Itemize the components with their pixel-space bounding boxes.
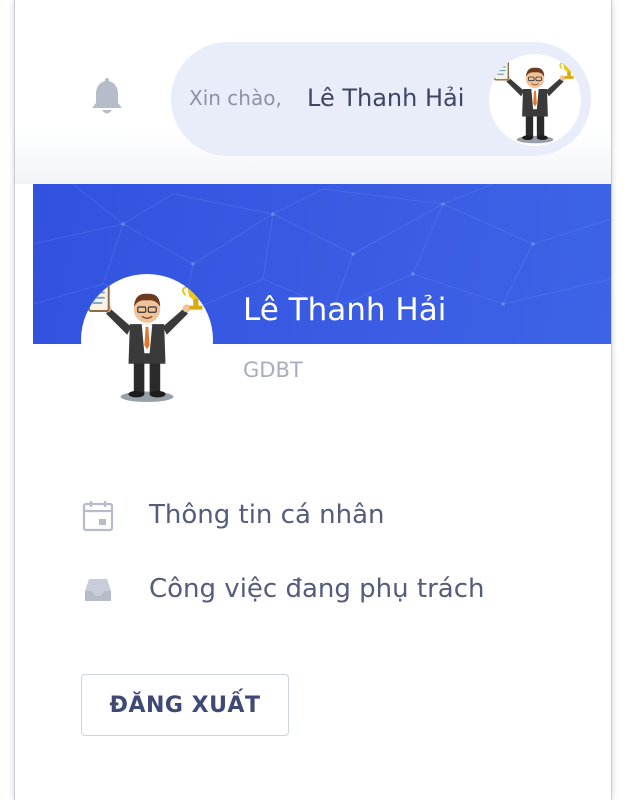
menu-item-personal-info[interactable]: Thông tin cá nhân [81, 490, 551, 540]
menu-item-current-tasks[interactable]: Công việc đang phụ trách [81, 564, 551, 614]
menu-item-label: Thông tin cá nhân [149, 500, 385, 530]
top-bar: Xin chào, Lê Thanh Hải [15, 0, 611, 184]
menu-item-label: Công việc đang phụ trách [149, 574, 485, 604]
logout-button[interactable]: ĐĂNG XUẤT [81, 674, 289, 736]
profile-role: GDBT [243, 358, 303, 382]
profile-name: Lê Thanh Hải [243, 292, 447, 328]
inbox-tray-icon [81, 573, 115, 607]
user-greeting[interactable]: Xin chào, Lê Thanh Hải [171, 42, 591, 156]
profile-avatar [81, 274, 213, 406]
greeting-user-name: Lê Thanh Hải [307, 84, 465, 112]
bell-icon[interactable] [89, 78, 125, 118]
account-panel: Xin chào, Lê Thanh Hải Lê Thanh Hải GDBT… [14, 0, 612, 800]
avatar-icon[interactable] [489, 54, 581, 146]
calendar-icon [81, 499, 115, 533]
greeting-label: Xin chào, [189, 86, 282, 110]
